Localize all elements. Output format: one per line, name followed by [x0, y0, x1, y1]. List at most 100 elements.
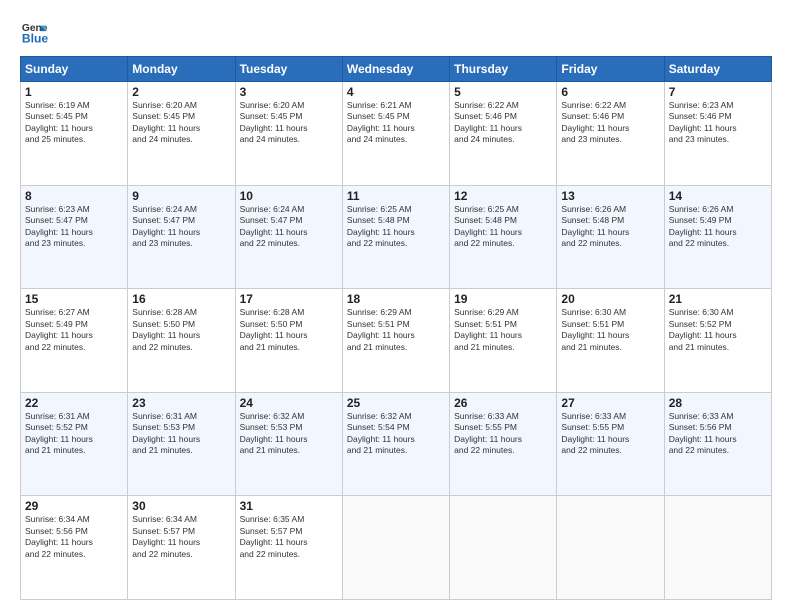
day-number: 12: [454, 189, 552, 203]
calendar-cell: 5Sunrise: 6:22 AMSunset: 5:46 PMDaylight…: [450, 82, 557, 186]
day-number: 28: [669, 396, 767, 410]
calendar-cell: 16Sunrise: 6:28 AMSunset: 5:50 PMDayligh…: [128, 289, 235, 393]
day-header-sunday: Sunday: [21, 57, 128, 82]
calendar-cell: 17Sunrise: 6:28 AMSunset: 5:50 PMDayligh…: [235, 289, 342, 393]
day-info: Sunrise: 6:20 AMSunset: 5:45 PMDaylight:…: [240, 100, 338, 146]
calendar-cell: 2Sunrise: 6:20 AMSunset: 5:45 PMDaylight…: [128, 82, 235, 186]
day-info: Sunrise: 6:22 AMSunset: 5:46 PMDaylight:…: [454, 100, 552, 146]
calendar-cell: 28Sunrise: 6:33 AMSunset: 5:56 PMDayligh…: [664, 392, 771, 496]
day-info: Sunrise: 6:32 AMSunset: 5:53 PMDaylight:…: [240, 411, 338, 457]
day-info: Sunrise: 6:29 AMSunset: 5:51 PMDaylight:…: [454, 307, 552, 353]
day-number: 30: [132, 499, 230, 513]
calendar-cell: [450, 496, 557, 600]
day-info: Sunrise: 6:35 AMSunset: 5:57 PMDaylight:…: [240, 514, 338, 560]
calendar-cell: [664, 496, 771, 600]
logo: General Blue: [20, 18, 52, 46]
calendar-cell: 18Sunrise: 6:29 AMSunset: 5:51 PMDayligh…: [342, 289, 449, 393]
day-number: 24: [240, 396, 338, 410]
calendar-cell: 8Sunrise: 6:23 AMSunset: 5:47 PMDaylight…: [21, 185, 128, 289]
calendar-cell: 1Sunrise: 6:19 AMSunset: 5:45 PMDaylight…: [21, 82, 128, 186]
day-number: 11: [347, 189, 445, 203]
calendar-cell: 4Sunrise: 6:21 AMSunset: 5:45 PMDaylight…: [342, 82, 449, 186]
calendar-cell: 19Sunrise: 6:29 AMSunset: 5:51 PMDayligh…: [450, 289, 557, 393]
calendar-cell: 25Sunrise: 6:32 AMSunset: 5:54 PMDayligh…: [342, 392, 449, 496]
day-header-saturday: Saturday: [664, 57, 771, 82]
day-number: 5: [454, 85, 552, 99]
calendar-cell: 31Sunrise: 6:35 AMSunset: 5:57 PMDayligh…: [235, 496, 342, 600]
day-number: 4: [347, 85, 445, 99]
calendar-cell: 10Sunrise: 6:24 AMSunset: 5:47 PMDayligh…: [235, 185, 342, 289]
day-header-friday: Friday: [557, 57, 664, 82]
day-info: Sunrise: 6:23 AMSunset: 5:46 PMDaylight:…: [669, 100, 767, 146]
day-number: 21: [669, 292, 767, 306]
calendar-cell: 6Sunrise: 6:22 AMSunset: 5:46 PMDaylight…: [557, 82, 664, 186]
day-number: 6: [561, 85, 659, 99]
day-number: 17: [240, 292, 338, 306]
day-info: Sunrise: 6:28 AMSunset: 5:50 PMDaylight:…: [240, 307, 338, 353]
day-info: Sunrise: 6:34 AMSunset: 5:57 PMDaylight:…: [132, 514, 230, 560]
day-info: Sunrise: 6:30 AMSunset: 5:52 PMDaylight:…: [669, 307, 767, 353]
day-info: Sunrise: 6:21 AMSunset: 5:45 PMDaylight:…: [347, 100, 445, 146]
svg-text:Blue: Blue: [22, 31, 48, 45]
day-number: 27: [561, 396, 659, 410]
day-number: 2: [132, 85, 230, 99]
day-info: Sunrise: 6:28 AMSunset: 5:50 PMDaylight:…: [132, 307, 230, 353]
calendar-cell: 26Sunrise: 6:33 AMSunset: 5:55 PMDayligh…: [450, 392, 557, 496]
calendar-cell: 13Sunrise: 6:26 AMSunset: 5:48 PMDayligh…: [557, 185, 664, 289]
day-info: Sunrise: 6:31 AMSunset: 5:52 PMDaylight:…: [25, 411, 123, 457]
day-info: Sunrise: 6:23 AMSunset: 5:47 PMDaylight:…: [25, 204, 123, 250]
calendar-cell: 14Sunrise: 6:26 AMSunset: 5:49 PMDayligh…: [664, 185, 771, 289]
day-number: 20: [561, 292, 659, 306]
day-number: 9: [132, 189, 230, 203]
day-header-wednesday: Wednesday: [342, 57, 449, 82]
calendar-cell: 20Sunrise: 6:30 AMSunset: 5:51 PMDayligh…: [557, 289, 664, 393]
day-number: 13: [561, 189, 659, 203]
calendar-cell: 9Sunrise: 6:24 AMSunset: 5:47 PMDaylight…: [128, 185, 235, 289]
calendar-cell: [557, 496, 664, 600]
day-number: 15: [25, 292, 123, 306]
day-number: 18: [347, 292, 445, 306]
day-number: 10: [240, 189, 338, 203]
calendar-cell: 21Sunrise: 6:30 AMSunset: 5:52 PMDayligh…: [664, 289, 771, 393]
calendar-cell: [342, 496, 449, 600]
day-number: 16: [132, 292, 230, 306]
calendar-cell: 30Sunrise: 6:34 AMSunset: 5:57 PMDayligh…: [128, 496, 235, 600]
day-number: 23: [132, 396, 230, 410]
day-number: 29: [25, 499, 123, 513]
day-number: 8: [25, 189, 123, 203]
day-info: Sunrise: 6:34 AMSunset: 5:56 PMDaylight:…: [25, 514, 123, 560]
calendar-cell: 27Sunrise: 6:33 AMSunset: 5:55 PMDayligh…: [557, 392, 664, 496]
day-number: 7: [669, 85, 767, 99]
day-info: Sunrise: 6:22 AMSunset: 5:46 PMDaylight:…: [561, 100, 659, 146]
calendar-table: SundayMondayTuesdayWednesdayThursdayFrid…: [20, 56, 772, 600]
day-info: Sunrise: 6:24 AMSunset: 5:47 PMDaylight:…: [132, 204, 230, 250]
calendar-cell: 12Sunrise: 6:25 AMSunset: 5:48 PMDayligh…: [450, 185, 557, 289]
calendar-cell: 3Sunrise: 6:20 AMSunset: 5:45 PMDaylight…: [235, 82, 342, 186]
day-info: Sunrise: 6:20 AMSunset: 5:45 PMDaylight:…: [132, 100, 230, 146]
day-info: Sunrise: 6:19 AMSunset: 5:45 PMDaylight:…: [25, 100, 123, 146]
calendar-cell: 11Sunrise: 6:25 AMSunset: 5:48 PMDayligh…: [342, 185, 449, 289]
day-info: Sunrise: 6:25 AMSunset: 5:48 PMDaylight:…: [347, 204, 445, 250]
day-header-monday: Monday: [128, 57, 235, 82]
day-info: Sunrise: 6:27 AMSunset: 5:49 PMDaylight:…: [25, 307, 123, 353]
day-number: 26: [454, 396, 552, 410]
day-number: 14: [669, 189, 767, 203]
day-header-tuesday: Tuesday: [235, 57, 342, 82]
day-info: Sunrise: 6:33 AMSunset: 5:55 PMDaylight:…: [454, 411, 552, 457]
day-info: Sunrise: 6:25 AMSunset: 5:48 PMDaylight:…: [454, 204, 552, 250]
header: General Blue: [20, 18, 772, 46]
day-number: 19: [454, 292, 552, 306]
day-number: 25: [347, 396, 445, 410]
calendar-cell: 22Sunrise: 6:31 AMSunset: 5:52 PMDayligh…: [21, 392, 128, 496]
day-info: Sunrise: 6:24 AMSunset: 5:47 PMDaylight:…: [240, 204, 338, 250]
day-info: Sunrise: 6:29 AMSunset: 5:51 PMDaylight:…: [347, 307, 445, 353]
calendar-cell: 29Sunrise: 6:34 AMSunset: 5:56 PMDayligh…: [21, 496, 128, 600]
page: General Blue SundayMondayTuesdayWednesda…: [0, 0, 792, 612]
calendar-cell: 15Sunrise: 6:27 AMSunset: 5:49 PMDayligh…: [21, 289, 128, 393]
day-info: Sunrise: 6:26 AMSunset: 5:49 PMDaylight:…: [669, 204, 767, 250]
day-header-thursday: Thursday: [450, 57, 557, 82]
day-info: Sunrise: 6:33 AMSunset: 5:55 PMDaylight:…: [561, 411, 659, 457]
logo-icon: General Blue: [20, 18, 48, 46]
day-number: 3: [240, 85, 338, 99]
day-info: Sunrise: 6:33 AMSunset: 5:56 PMDaylight:…: [669, 411, 767, 457]
